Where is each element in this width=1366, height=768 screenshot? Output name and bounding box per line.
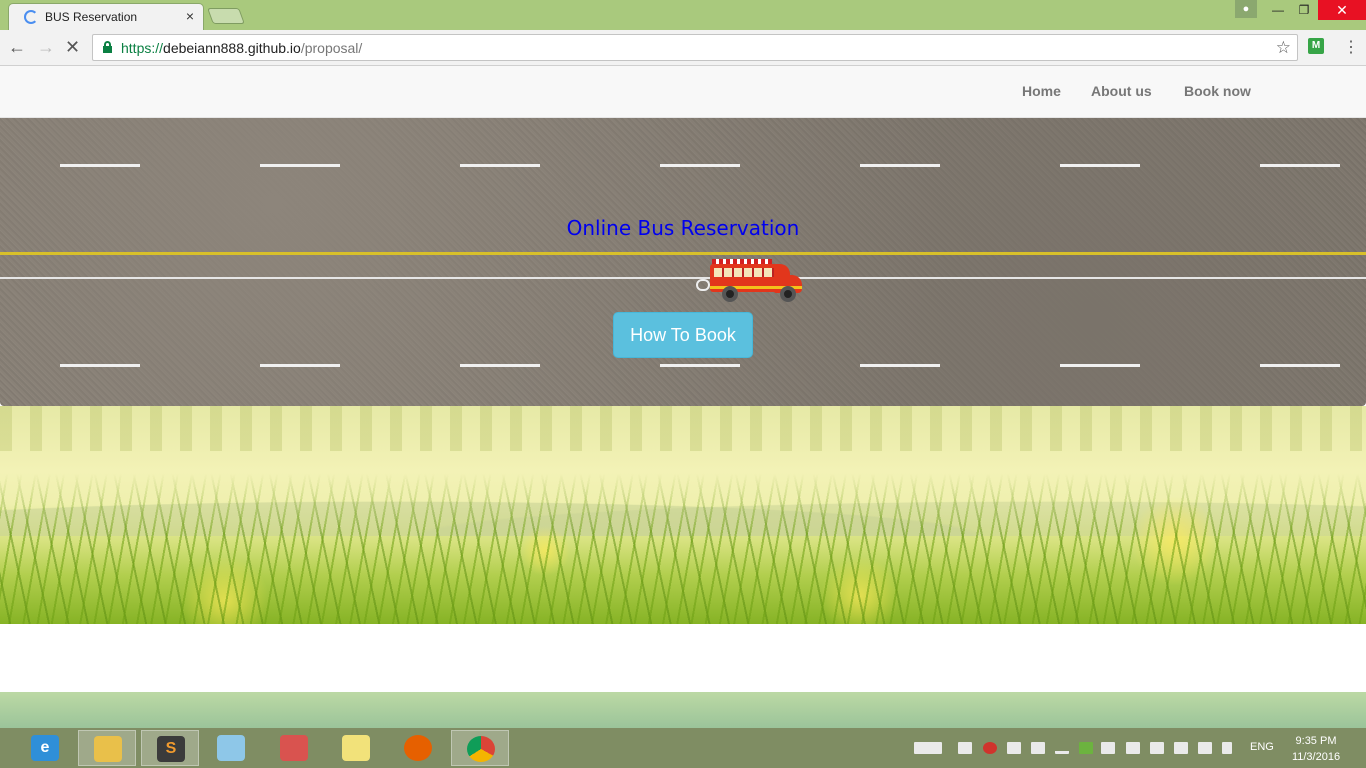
tab-close-icon[interactable]: × xyxy=(186,8,194,24)
grass-banner xyxy=(0,406,1366,624)
lane-dash xyxy=(1260,164,1340,167)
lane-dash xyxy=(1060,164,1140,167)
folder-icon xyxy=(94,736,122,762)
antivirus-icon[interactable] xyxy=(983,742,997,754)
nav-book-link[interactable]: Book now xyxy=(1184,83,1251,99)
lane-dash xyxy=(460,164,540,167)
how-to-book-button[interactable]: How To Book xyxy=(613,312,753,358)
lane-dash xyxy=(660,164,740,167)
tray-app-icon[interactable] xyxy=(958,742,972,754)
browser-tab[interactable]: BUS Reservation × xyxy=(8,3,204,30)
back-icon[interactable]: ← xyxy=(8,36,26,58)
display-icon[interactable] xyxy=(1150,742,1164,754)
url-text[interactable]: https://debeiann888.github.io/proposal/ xyxy=(121,40,362,56)
lane-dash xyxy=(860,164,940,167)
window-close-button[interactable]: ✕ xyxy=(1318,0,1366,20)
lane-dash xyxy=(260,364,340,367)
lane-dash xyxy=(460,364,540,367)
lane-dash xyxy=(1060,364,1140,367)
nav-home-link[interactable]: Home xyxy=(1022,83,1061,99)
firefox-icon xyxy=(404,735,432,761)
keyboard-icon[interactable] xyxy=(914,742,942,754)
extension-icon[interactable]: M xyxy=(1308,38,1324,54)
chrome-icon xyxy=(467,736,495,762)
tab-title: BUS Reservation xyxy=(45,10,138,24)
bluetooth-icon[interactable] xyxy=(1222,742,1232,754)
forward-icon[interactable]: → xyxy=(37,36,55,58)
hero-title: Online Bus Reservation xyxy=(566,216,800,240)
sublime-text-icon: S xyxy=(157,736,185,762)
road-hero: Online Bus Reservation How To Book xyxy=(0,118,1366,406)
monitor-icon[interactable] xyxy=(1126,742,1140,754)
lane-dash xyxy=(860,364,940,367)
notepad-taskbar-item[interactable] xyxy=(202,730,260,766)
snipping-tool-icon xyxy=(280,735,308,761)
internet-explorer-taskbar-item[interactable]: e xyxy=(16,730,74,766)
content-spacer xyxy=(0,624,1366,692)
volume-icon[interactable] xyxy=(1101,742,1115,754)
lane-dash xyxy=(60,364,140,367)
internet-explorer-icon: e xyxy=(31,735,59,761)
sublime-text-taskbar-item[interactable]: S xyxy=(141,730,199,766)
nvidia-icon[interactable] xyxy=(1079,742,1093,754)
notepad-icon xyxy=(217,735,245,761)
clock-time: 9:35 PM xyxy=(1295,735,1337,747)
stop-icon[interactable]: ✕ xyxy=(65,36,80,58)
minimize-button[interactable]: — xyxy=(1265,0,1291,20)
bus-image xyxy=(696,259,806,303)
snipping-tool-taskbar-item[interactable] xyxy=(265,730,323,766)
sticky-notes-icon xyxy=(342,735,370,761)
lane-dash xyxy=(1260,364,1340,367)
file-explorer-taskbar-item[interactable] xyxy=(78,730,136,766)
chrome-menu-icon[interactable]: ⋮ xyxy=(1343,37,1359,57)
browser-toolbar: ← → ✕ https://debeiann888.github.io/prop… xyxy=(0,30,1366,66)
lock-icon xyxy=(103,41,112,53)
lane-dash xyxy=(260,164,340,167)
power-icon[interactable] xyxy=(1174,742,1188,754)
tray-network-device-icon[interactable] xyxy=(1031,742,1045,754)
language-indicator[interactable]: ENG xyxy=(1250,741,1274,753)
lane-dash xyxy=(60,164,140,167)
center-yellow-line xyxy=(0,252,1366,255)
sticky-notes-taskbar-item[interactable] xyxy=(327,730,385,766)
firefox-taskbar-item[interactable] xyxy=(389,730,447,766)
address-bar[interactable]: https://debeiann888.github.io/proposal/ … xyxy=(92,34,1298,61)
restore-button[interactable]: ❐ xyxy=(1291,0,1317,20)
lane-dash xyxy=(660,364,740,367)
system-clock[interactable]: 9:35 PM 11/3/2016 xyxy=(1284,733,1348,765)
browser-titlebar: BUS Reservation × ● — ❐ ✕ xyxy=(0,0,1366,30)
usb-icon[interactable] xyxy=(1007,742,1021,754)
center-white-line xyxy=(0,277,1366,279)
clock-date: 11/3/2016 xyxy=(1291,751,1341,763)
signal-icon[interactable] xyxy=(1055,742,1069,754)
site-navbar: Home About us Book now xyxy=(0,66,1366,118)
loading-spinner-icon xyxy=(24,10,38,24)
profile-icon[interactable]: ● xyxy=(1235,0,1257,18)
nav-about-link[interactable]: About us xyxy=(1091,83,1152,99)
chrome-taskbar-item[interactable] xyxy=(451,730,509,766)
network-error-icon[interactable] xyxy=(1198,742,1212,754)
bookmark-star-icon[interactable]: ☆ xyxy=(1276,38,1291,58)
next-section-background xyxy=(0,692,1366,728)
new-tab-button[interactable] xyxy=(207,8,245,24)
